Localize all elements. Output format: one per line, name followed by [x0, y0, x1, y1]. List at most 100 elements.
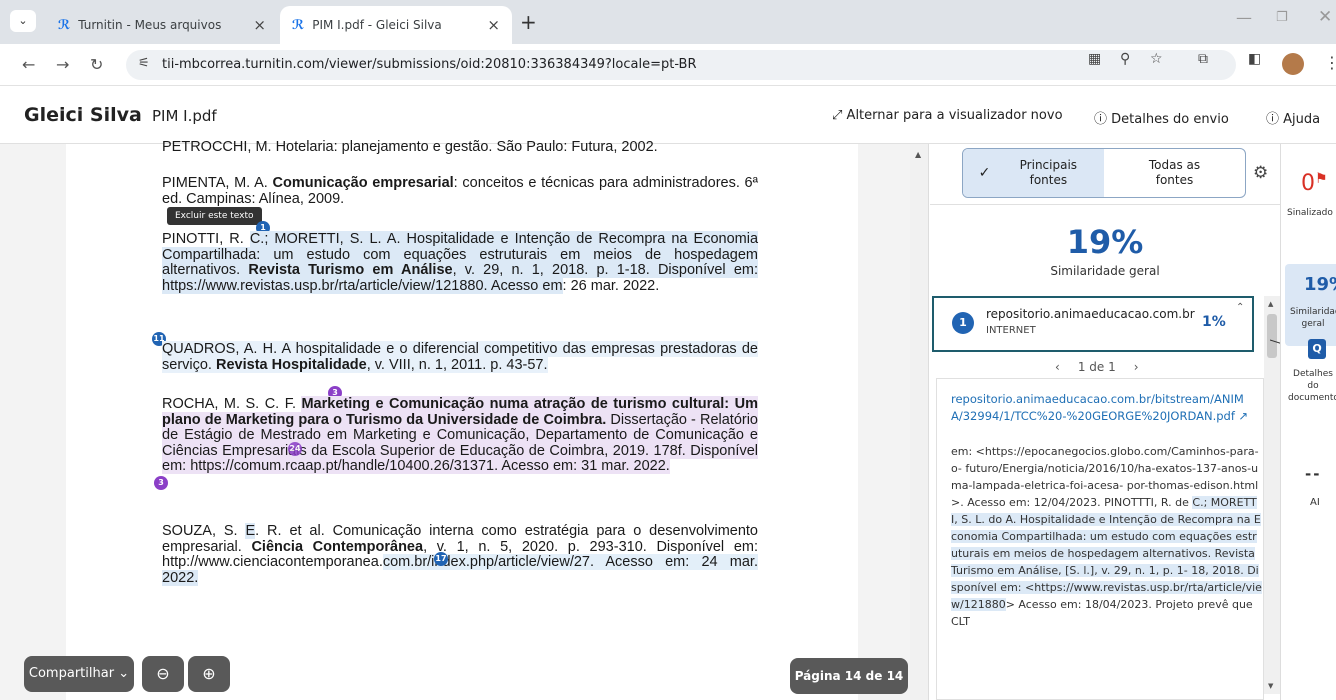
prev-match-icon[interactable]: ‹ — [1055, 360, 1060, 374]
source-excerpt-box: repositorio.animaeducacao.com.br/bitstre… — [936, 378, 1264, 700]
info-icon: ⓘ — [1266, 112, 1280, 127]
reference-souza: SOUZA, S. E. R. et al. Comunicação inter… — [162, 523, 758, 586]
restore-icon[interactable]: ❐ — [1276, 10, 1288, 25]
author-name: Gleici Silva — [24, 104, 142, 126]
document-scrollbar[interactable]: ▲ — [910, 144, 928, 700]
check-icon: ✓ — [978, 164, 991, 181]
browser-menu-icon[interactable]: ⋮ — [1324, 53, 1336, 72]
top-sources-label: Principais fontes — [1019, 158, 1078, 187]
reference-title: Comunicação empresarial — [272, 175, 454, 191]
profile-avatar[interactable] — [1282, 53, 1304, 75]
matched-text[interactable]: 2022. — [162, 569, 199, 586]
chevron-down-icon: ⌄ — [118, 666, 130, 681]
tab-title: PIM I.pdf - Gleici Silva — [312, 18, 442, 32]
share-button[interactable]: Compartilhar ⌄ — [24, 656, 134, 692]
submission-details-link[interactable]: ⓘ Detalhes do envio — [1094, 108, 1229, 127]
reference-text: ROCHA, M. S. C. F. — [162, 396, 302, 412]
bookmark-star-icon[interactable]: ☆ — [1150, 51, 1163, 67]
zoom-out-button[interactable]: ⊖ — [142, 656, 184, 692]
scroll-up-arrow-icon[interactable]: ▲ — [915, 150, 921, 159]
tab-pim-pdf[interactable]: ℛ PIM I.pdf - Gleici Silva × — [280, 6, 512, 44]
pager-text: 1 de 1 — [1077, 360, 1116, 374]
rail-similarity-percent: 19% — [1304, 274, 1336, 295]
reference-pimenta: PIMENTA, M. A. Comunicação empresarial: … — [162, 175, 758, 207]
turnitin-favicon-icon: ℛ — [58, 17, 71, 33]
file-name: PIM I.pdf — [152, 107, 217, 125]
matched-title[interactable]: Revista Turismo em Análise — [248, 262, 453, 279]
page-indicator: Página 14 de 14 — [790, 658, 908, 694]
side-panel-icon[interactable]: ◧ — [1248, 51, 1261, 67]
reference-text: PIMENTA, M. A. — [162, 175, 273, 191]
zoom-in-icon: ⊕ — [202, 664, 216, 683]
match-marker-24[interactable]: 24 — [288, 442, 302, 456]
external-link-icon[interactable]: ↗ — [1239, 409, 1249, 423]
source-excerpt-text: em: <https://epocanegocios.globo.com/Cam… — [951, 443, 1263, 630]
exclude-text-tooltip[interactable]: Excluir este texto — [167, 207, 262, 225]
overall-similarity-label: Similaridade geral — [1050, 264, 1160, 278]
scroll-up-arrow-icon[interactable]: ▲ — [1268, 300, 1273, 308]
reference-title: Ciência Contemporânea — [251, 538, 424, 555]
switch-viewer-label: Alternar para a visualizador novo — [846, 108, 1063, 123]
chevron-up-icon[interactable]: ⌃ — [1236, 302, 1244, 313]
close-tab-icon[interactable]: × — [253, 16, 266, 34]
top-sources-option[interactable]: ✓ Principais fontes — [963, 149, 1104, 197]
help-label: Ajuda — [1283, 112, 1321, 127]
switch-viewer-link[interactable]: ⤢ Alternar para a visualizador novo — [832, 108, 1063, 123]
reference-text: PINOTTI, R. — [162, 231, 250, 247]
help-link[interactable]: ⓘ Ajuda — [1266, 108, 1320, 127]
document-details-icon[interactable]: Q — [1308, 339, 1326, 359]
all-sources-label: Todas as fontes — [1148, 158, 1201, 187]
forward-icon[interactable]: → — [56, 55, 69, 74]
all-sources-option[interactable]: Todas as fontes — [1104, 149, 1245, 197]
address-bar: ← → ↻ ⚟ tii-mbcorrea.turnitin.com/viewer… — [0, 44, 1336, 86]
reference-text: : 26 mar. 2022. — [562, 277, 660, 294]
zoom-icon[interactable]: ⚲ — [1120, 51, 1130, 67]
tab-search-button[interactable]: ⌄ — [10, 10, 36, 32]
extensions-icon[interactable]: ⧉ — [1198, 51, 1208, 67]
reference-rocha: ROCHA, M. S. C. F. Marketing e Comunicaç… — [162, 396, 758, 475]
source-url-text: repositorio.animaeducacao.com.br/bitstre… — [951, 392, 1244, 423]
flag-icon: ⚑ — [1315, 171, 1328, 187]
new-tab-icon[interactable]: + — [520, 10, 537, 34]
match-marker-3b[interactable]: 3 — [154, 476, 168, 490]
matched-text[interactable]: E — [245, 523, 256, 539]
scroll-down-arrow-icon[interactable]: ▼ — [1268, 682, 1273, 690]
translate-icon[interactable]: ▦ — [1088, 51, 1101, 67]
tab-turnitin-files[interactable]: ℛ Turnitin - Meus arquivos × — [46, 6, 278, 44]
minimize-icon[interactable]: — — [1236, 8, 1252, 27]
flags-count[interactable]: 0⚑ — [1301, 171, 1328, 196]
source-number-badge: 1 — [952, 312, 974, 334]
close-window-icon[interactable]: ✕ — [1318, 7, 1332, 27]
details-label: Detalhes do envio — [1111, 112, 1229, 127]
reference-quadros: QUADROS, A. H. A hospitalidade e o difer… — [162, 341, 758, 373]
source-type: INTERNET — [986, 325, 1036, 336]
source-name: repositorio.animaeducacao.com.br — [986, 307, 1195, 321]
browser-tab-bar: ⌄ ℛ Turnitin - Meus arquivos × ℛ PIM I.p… — [0, 0, 1336, 44]
share-label: Compartilhar — [28, 666, 115, 681]
zoom-in-button[interactable]: ⊕ — [188, 656, 230, 692]
source-percent: 1% — [1202, 314, 1226, 330]
zoom-out-icon: ⊖ — [156, 664, 170, 683]
gear-icon[interactable]: ⚙ — [1253, 163, 1268, 183]
rail-similarity-label: Similaridade geral — [1290, 307, 1336, 329]
switch-arrows-icon: ⤢ — [832, 108, 843, 123]
excerpt-matched-text: C.; MORETTI, S. L. do A. Hospitalidade e… — [951, 496, 1262, 611]
matched-text[interactable]: , v. VIII, n. 1, 2011. p. 43-57. — [366, 356, 548, 373]
reference-text: PETROCCHI, M. Hotelaria: planejamento e … — [162, 140, 658, 154]
insights-rail — [1280, 144, 1336, 700]
next-match-icon[interactable]: › — [1134, 360, 1139, 374]
reload-icon[interactable]: ↻ — [90, 55, 103, 74]
matched-title[interactable]: Revista Hospitalidade — [216, 356, 367, 373]
source-card-1[interactable]: 1 repositorio.animaeducacao.com.br INTER… — [932, 296, 1254, 352]
document-details-label[interactable]: Detalhes do documento — [1288, 368, 1336, 404]
back-icon[interactable]: ← — [22, 55, 35, 74]
close-tab-icon[interactable]: × — [487, 16, 500, 34]
site-info-icon[interactable]: ⚟ — [138, 56, 150, 71]
match-marker-17[interactable]: 17 — [434, 552, 448, 566]
url-field[interactable]: ⚟ tii-mbcorrea.turnitin.com/viewer/submi… — [126, 50, 1236, 80]
source-url-link[interactable]: repositorio.animaeducacao.com.br/bitstre… — [951, 391, 1253, 425]
ai-score-value: -- — [1305, 465, 1322, 483]
info-icon: ⓘ — [1094, 112, 1108, 127]
flag-count-value: 0 — [1301, 171, 1315, 196]
ai-label[interactable]: AI — [1310, 497, 1320, 508]
